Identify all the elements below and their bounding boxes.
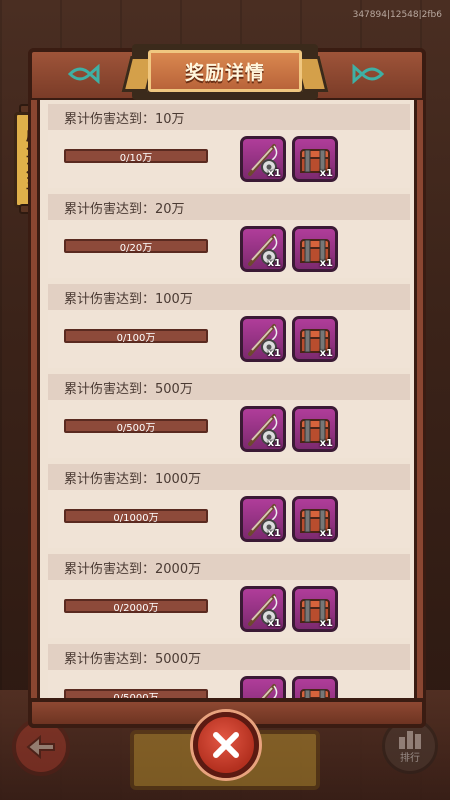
progress-bar: 0/500万 — [64, 419, 208, 434]
progress-bar: 0/1000万 — [64, 509, 208, 524]
chest-quantity: x1 — [319, 618, 333, 629]
reward-requirement-label: 累计伤害达到：100万 — [48, 284, 410, 310]
reward-item: 累计伤害达到：20万 0/20万 x1 x1 — [48, 194, 410, 278]
reward-slot-rod[interactable]: x1 — [240, 496, 286, 542]
reward-list: 累计伤害达到：10万 0/10万 x1 x1 累计伤害达到：20万 0/20万 … — [48, 104, 410, 700]
chest-quantity: x1 — [319, 348, 333, 359]
fish-emblem-icon — [66, 62, 102, 86]
chest-quantity: x1 — [319, 438, 333, 449]
rod-quantity: x1 — [267, 438, 281, 449]
reward-requirement-label: 累计伤害达到：10万 — [48, 104, 410, 130]
close-icon — [213, 732, 239, 758]
reward-slot-rod[interactable]: x1 — [240, 226, 286, 272]
progress-bar: 0/100万 — [64, 329, 208, 344]
reward-slot-rod[interactable]: x1 — [240, 406, 286, 452]
frame-side-left — [28, 100, 40, 700]
dialog-title: 奖励详情 — [148, 50, 302, 92]
reward-item: 累计伤害达到：500万 0/500万 x1 x1 — [48, 374, 410, 458]
reward-item: 累计伤害达到：5000万 0/5000万 x1 x1 — [48, 644, 410, 700]
reward-slot-chest[interactable]: x1 — [292, 136, 338, 182]
reward-slot-chest[interactable]: x1 — [292, 496, 338, 542]
rod-quantity: x1 — [267, 618, 281, 629]
progress-text: 0/2000万 — [113, 602, 159, 614]
reward-requirement-label: 累计伤害达到：2000万 — [48, 554, 410, 580]
progress-bar: 0/2000万 — [64, 599, 208, 614]
rod-quantity: x1 — [267, 168, 281, 179]
reward-slot-chest[interactable]: x1 — [292, 676, 338, 700]
close-button[interactable] — [193, 712, 259, 778]
reward-item: 累计伤害达到：1000万 0/1000万 x1 x1 — [48, 464, 410, 548]
progress-text: 0/10万 — [119, 152, 153, 164]
rod-quantity: x1 — [267, 528, 281, 539]
rod-quantity: x1 — [267, 348, 281, 359]
reward-requirement-label: 累计伤害达到：500万 — [48, 374, 410, 400]
progress-text: 0/1000万 — [113, 512, 159, 524]
progress-text: 0/500万 — [116, 422, 156, 434]
ranking-icon — [399, 730, 421, 749]
reward-slot-rod[interactable]: x1 — [240, 676, 286, 700]
reward-slot-chest[interactable]: x1 — [292, 316, 338, 362]
reward-item: 累计伤害达到：2000万 0/2000万 x1 x1 — [48, 554, 410, 638]
frame-side-right — [414, 100, 426, 700]
reward-slot-rod[interactable]: x1 — [240, 316, 286, 362]
chest-quantity: x1 — [319, 168, 333, 179]
chest-quantity: x1 — [319, 528, 333, 539]
reward-slot-chest[interactable]: x1 — [292, 406, 338, 452]
fish-emblem-icon — [350, 62, 386, 86]
reward-list-viewport[interactable]: 累计伤害达到：10万 0/10万 x1 x1 累计伤害达到：20万 0/20万 … — [40, 100, 414, 700]
treasure-chest-icon — [300, 689, 330, 700]
reward-requirement-label: 累计伤害达到：5000万 — [48, 644, 410, 670]
progress-text: 0/20万 — [119, 242, 153, 254]
reward-requirement-label: 累计伤害达到：20万 — [48, 194, 410, 220]
reward-slot-chest[interactable]: x1 — [292, 586, 338, 632]
build-id-text: 347894|12548|2fb6 — [352, 10, 442, 20]
reward-slot-rod[interactable]: x1 — [240, 136, 286, 182]
reward-item: 累计伤害达到：10万 0/10万 x1 x1 — [48, 104, 410, 188]
back-arrow-icon — [26, 735, 55, 759]
reward-item: 累计伤害达到：100万 0/100万 x1 x1 — [48, 284, 410, 368]
fishing-rod-icon — [259, 684, 278, 700]
chest-quantity: x1 — [319, 258, 333, 269]
progress-bar: 0/10万 — [64, 149, 208, 164]
progress-text: 0/100万 — [116, 332, 156, 344]
reward-slot-chest[interactable]: x1 — [292, 226, 338, 272]
progress-bar: 0/20万 — [64, 239, 208, 254]
ranking-label: 排行 — [400, 752, 420, 764]
reward-requirement-label: 累计伤害达到：1000万 — [48, 464, 410, 490]
rod-quantity: x1 — [267, 258, 281, 269]
reward-slot-rod[interactable]: x1 — [240, 586, 286, 632]
